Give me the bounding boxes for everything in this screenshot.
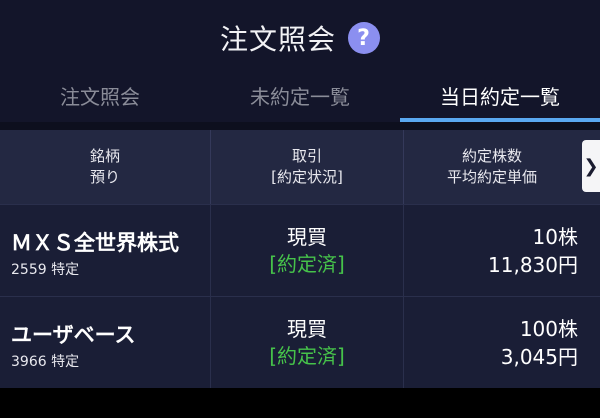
column-header-stock: 銘柄 預り xyxy=(0,130,211,204)
execution-status: [約定済] xyxy=(269,344,345,368)
divider xyxy=(0,122,600,130)
quantity-cell: 10株 11,830円 xyxy=(404,205,600,297)
table-row[interactable]: ＭＸＳ全世界株式 2559 特定 現買 [約定済] 10株 11,830円 xyxy=(0,204,600,297)
column-header-sublabel: 預り xyxy=(89,168,120,186)
execution-status: [約定済] xyxy=(269,252,345,276)
column-header-trade: 取引 [約定状況] xyxy=(211,130,404,204)
trade-cell: 現買 [約定済] xyxy=(211,205,404,297)
question-circle-icon[interactable]: ? xyxy=(348,22,380,54)
column-header-label: 銘柄 xyxy=(89,147,120,165)
column-header-sublabel: 平均約定単価 xyxy=(446,168,537,186)
quantity-cell: 100株 3,045円 xyxy=(404,297,600,389)
tab-today-executed-list[interactable]: 当日約定一覧 xyxy=(400,76,600,122)
stock-name: ユーザベース xyxy=(11,323,136,347)
tab-bar: 注文照会 未約定一覧 当日約定一覧 xyxy=(0,76,600,122)
average-price: 11,830円 xyxy=(488,253,578,277)
column-header-sublabel: [約定状況] xyxy=(271,168,343,186)
column-header-label: 約定株数 xyxy=(461,147,522,165)
footer-bar xyxy=(0,388,600,418)
title-bar: 注文照会 ? xyxy=(0,18,600,58)
trade-type: 現買 xyxy=(287,225,327,249)
trade-cell: 現買 [約定済] xyxy=(211,297,404,389)
stock-name: ＭＸＳ全世界株式 xyxy=(11,231,179,255)
column-header-label: 取引 xyxy=(291,147,322,165)
column-header-quantity: 約定株数 平均約定単価 xyxy=(404,130,580,204)
table-row[interactable]: ユーザベース 3966 特定 現買 [約定済] 100株 3,045円 xyxy=(0,296,600,389)
executed-quantity: 100株 xyxy=(519,317,578,341)
stock-code: 2559 特定 xyxy=(11,262,80,278)
executed-quantity: 10株 xyxy=(532,225,578,249)
stock-cell: ユーザベース 3966 特定 xyxy=(0,297,211,389)
tab-order-inquiry[interactable]: 注文照会 xyxy=(0,76,200,122)
average-price: 3,045円 xyxy=(500,345,578,369)
stock-cell: ＭＸＳ全世界株式 2559 特定 xyxy=(0,205,211,297)
stock-code: 3966 特定 xyxy=(11,354,80,370)
tab-unexecuted-list[interactable]: 未約定一覧 xyxy=(200,76,400,122)
header: 注文照会 ? xyxy=(0,0,600,76)
table-header: 銘柄 預り 取引 [約定状況] 約定株数 平均約定単価 xyxy=(0,130,600,204)
chevron-right-icon[interactable]: ❯ xyxy=(582,140,600,192)
page-title: 注文照会 xyxy=(219,23,336,56)
trade-type: 現買 xyxy=(287,317,327,341)
